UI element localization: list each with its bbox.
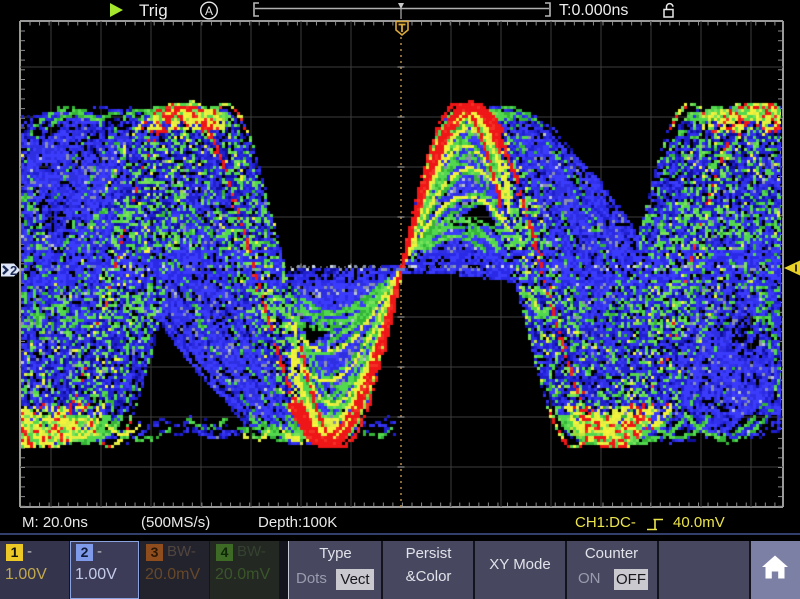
svg-text:2: 2: [10, 263, 17, 278]
